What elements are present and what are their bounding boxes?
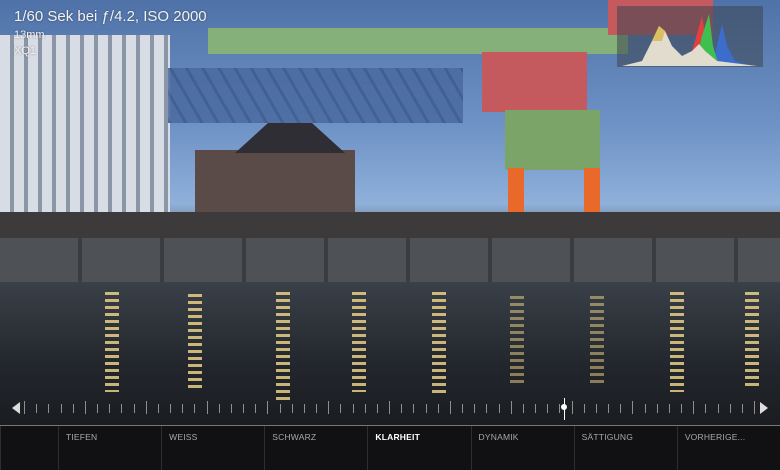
slider-tick	[559, 404, 561, 413]
crane-leg	[508, 168, 524, 216]
slider-tick	[60, 404, 62, 413]
slider-tick	[145, 401, 147, 414]
house-roof	[235, 123, 345, 153]
crane-body	[505, 110, 600, 170]
tool-klarheit[interactable]: KLARHEIT	[367, 426, 470, 470]
slider-tick	[84, 401, 86, 414]
photo-info-overlay: 1/60 Sek bei ƒ/4.2, ISO 2000 13mm XQ1	[14, 8, 207, 57]
quay-wall	[0, 238, 780, 282]
slider-tick	[133, 404, 135, 413]
slider-tick	[608, 404, 609, 413]
slider-tick	[24, 401, 25, 414]
histogram-graph	[622, 14, 757, 66]
slider-track[interactable]	[24, 398, 755, 420]
crane-leg	[584, 168, 600, 216]
slider-tick	[206, 401, 208, 414]
slider-tick	[194, 404, 196, 413]
slider-right-arrow-icon[interactable]	[760, 402, 768, 414]
slider-tick	[376, 404, 378, 413]
slider-tick	[109, 404, 111, 413]
slider-tick	[498, 404, 500, 413]
slider-tick	[279, 404, 281, 413]
slider-tick	[644, 404, 646, 413]
tool-weiss[interactable]: WEISS	[161, 426, 264, 470]
slider-tick	[413, 404, 415, 413]
slider-tick	[741, 404, 743, 413]
slider-tick	[218, 404, 220, 413]
slider-tick	[437, 404, 439, 413]
slider-tick	[486, 404, 488, 413]
slider-tick	[255, 404, 257, 413]
slider-tick	[291, 404, 293, 413]
slider-tick	[632, 401, 634, 414]
slider-thumb-line	[564, 398, 566, 420]
slider-tick	[364, 404, 366, 413]
focal-length: 13mm	[14, 29, 45, 41]
slider-tick	[121, 404, 123, 413]
slider-tick	[681, 404, 682, 413]
tool-dynamik[interactable]: DYNAMIK	[470, 426, 574, 470]
slider-tick	[510, 401, 512, 414]
slider-tick	[462, 404, 463, 413]
slider-tick	[170, 404, 171, 413]
slider-tick	[316, 404, 317, 413]
slider-tick	[267, 401, 269, 414]
quay-top	[0, 212, 780, 238]
slider-left-arrow-icon[interactable]	[12, 402, 20, 414]
slider-tick	[425, 404, 427, 413]
tool-vorherige[interactable]: VORHERIGE...	[676, 426, 780, 470]
crane-container	[482, 52, 587, 112]
slider-tick	[668, 404, 670, 413]
slider-tick	[620, 404, 622, 413]
tool-tiefen[interactable]: TIEFEN	[57, 426, 161, 470]
slider-tick	[72, 404, 74, 413]
tool-sättigung[interactable]: SÄTTIGUNG	[573, 426, 677, 470]
slider-tick	[449, 401, 451, 414]
slider-tick	[401, 404, 403, 413]
slider-tick	[328, 401, 330, 414]
tool-schwarz[interactable]: SCHWARZ	[264, 426, 367, 470]
exposure-info: 1/60 Sek bei ƒ/4.2, ISO 2000	[14, 8, 207, 25]
house	[195, 150, 355, 212]
slider-tick	[705, 404, 707, 413]
slider-tick	[717, 404, 719, 413]
slider-tick	[303, 404, 305, 413]
adjustment-toolbar: TIEFEN WEISS SCHWARZ KLARHEIT DYNAMIK SÄTTIGU…	[0, 425, 780, 470]
slider-tick	[535, 404, 536, 413]
slider-tick	[340, 404, 342, 413]
slider-tick	[754, 401, 755, 414]
slider-tick	[48, 404, 50, 413]
bridge	[168, 68, 463, 123]
histogram-luminance	[622, 26, 757, 66]
slider-tick	[522, 404, 524, 413]
slider-tick	[182, 404, 184, 413]
slider-tick	[595, 404, 597, 413]
slider-tick	[547, 404, 549, 413]
camera-model: XQ1	[14, 45, 37, 57]
tool-empty[interactable]	[0, 426, 58, 470]
slider-tick	[243, 404, 244, 413]
slider-tick	[352, 404, 354, 413]
building-left	[0, 35, 170, 215]
slider-tick	[571, 401, 573, 414]
slider-tick	[97, 404, 98, 413]
slider-tick	[157, 404, 159, 413]
slider-tick	[583, 404, 585, 413]
slider-tick	[474, 404, 476, 413]
histogram-blue	[712, 24, 752, 66]
slider-tick	[230, 404, 232, 413]
histogram[interactable]	[617, 6, 763, 67]
crane-beam	[208, 28, 628, 54]
slider-tick	[656, 404, 658, 413]
klarheit-slider[interactable]	[0, 398, 780, 420]
slider-tick	[36, 404, 38, 413]
slider-tick	[729, 404, 731, 413]
slider-tick	[389, 401, 390, 414]
slider-tick	[693, 401, 695, 414]
